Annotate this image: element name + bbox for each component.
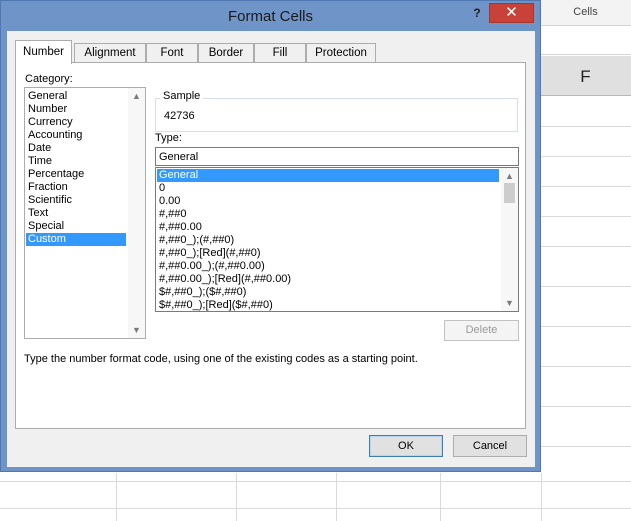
- dialog-titlebar[interactable]: Format Cells ? ✕: [1, 1, 540, 31]
- sample-value: 42736: [164, 110, 195, 122]
- tab-fill[interactable]: Fill: [254, 43, 306, 63]
- sample-label: Sample: [160, 90, 204, 102]
- sample-group: [155, 98, 518, 132]
- chevron-up-icon[interactable]: ▲: [128, 89, 145, 103]
- category-item-fraction[interactable]: Fraction: [26, 181, 126, 194]
- help-button[interactable]: ?: [469, 5, 485, 21]
- format-code-item[interactable]: #,##0: [157, 208, 499, 221]
- ribbon-cells-group[interactable]: Cells: [540, 0, 631, 26]
- type-label: Type:: [155, 132, 182, 144]
- format-code-item[interactable]: #,##0_);[Red](#,##0): [157, 247, 499, 260]
- dialog-title: Format Cells: [227, 8, 313, 25]
- category-label: Category:: [25, 73, 73, 85]
- format-code-item[interactable]: General: [157, 169, 499, 182]
- grid-line: [541, 406, 631, 407]
- category-scrollbar[interactable]: ▲ ▼: [128, 88, 145, 338]
- grid-line: [0, 508, 631, 509]
- format-code-scrollbar[interactable]: ▲ ▼: [501, 168, 518, 311]
- grid-line: [336, 473, 337, 521]
- format-code-item[interactable]: #,##0.00: [157, 221, 499, 234]
- close-icon: ✕: [505, 4, 518, 21]
- category-item-custom[interactable]: Custom: [26, 233, 126, 246]
- tab-border[interactable]: Border: [198, 43, 254, 63]
- chevron-up-icon[interactable]: ▲: [501, 169, 518, 183]
- ok-button[interactable]: OK: [369, 435, 443, 457]
- format-code-item[interactable]: 0.00: [157, 195, 499, 208]
- category-list[interactable]: General Number Currency Accounting Date …: [24, 87, 146, 339]
- grid-line: [541, 156, 631, 157]
- format-code-item[interactable]: #,##0.00_);(#,##0.00): [157, 260, 499, 273]
- delete-button[interactable]: Delete: [444, 320, 519, 341]
- tab-alignment[interactable]: Alignment: [74, 43, 146, 63]
- grid-line: [0, 481, 631, 482]
- category-item-time[interactable]: Time: [26, 155, 126, 168]
- format-code-item[interactable]: #,##0.00_);[Red](#,##0.00): [157, 273, 499, 286]
- column-header-f-label: F: [580, 67, 591, 86]
- category-item-currency[interactable]: Currency: [26, 116, 126, 129]
- grid-line: [541, 246, 631, 247]
- category-item-number[interactable]: Number: [26, 103, 126, 116]
- category-item-text[interactable]: Text: [26, 207, 126, 220]
- grid-line: [541, 366, 631, 367]
- grid-line: [541, 216, 631, 217]
- grid-line: [116, 473, 117, 521]
- format-code-item[interactable]: #,##0_);(#,##0): [157, 234, 499, 247]
- category-item-percentage[interactable]: Percentage: [26, 168, 126, 181]
- close-button[interactable]: ✕: [489, 3, 534, 23]
- grid-line: [541, 326, 631, 327]
- formula-bar-area: [540, 27, 631, 55]
- grid-line: [236, 473, 237, 521]
- category-item-accounting[interactable]: Accounting: [26, 129, 126, 142]
- scrollbar-thumb[interactable]: [504, 183, 515, 203]
- grid-line: [541, 126, 631, 127]
- format-code-item[interactable]: $#,##0_);[Red]($#,##0): [157, 299, 499, 311]
- tab-number[interactable]: Number: [15, 40, 72, 64]
- chevron-down-icon[interactable]: ▼: [128, 323, 145, 337]
- tab-protection[interactable]: Protection: [306, 43, 376, 63]
- grid-line: [541, 473, 542, 521]
- column-header-f[interactable]: F: [540, 56, 631, 96]
- hint-text: Type the number format code, using one o…: [24, 353, 418, 365]
- format-code-item[interactable]: $#,##0_);($#,##0): [157, 286, 499, 299]
- ribbon-cells-label: Cells: [573, 6, 598, 18]
- category-item-date[interactable]: Date: [26, 142, 126, 155]
- category-item-special[interactable]: Special: [26, 220, 126, 233]
- dialog-body: Number Alignment Font Border Fill Protec…: [7, 31, 535, 467]
- grid-line: [541, 286, 631, 287]
- format-code-list[interactable]: General 0 0.00 #,##0 #,##0.00 #,##0_);(#…: [155, 167, 519, 312]
- format-code-item[interactable]: 0: [157, 182, 499, 195]
- category-item-general[interactable]: General: [26, 90, 126, 103]
- grid-line: [541, 446, 631, 447]
- grid-line: [541, 186, 631, 187]
- category-item-scientific[interactable]: Scientific: [26, 194, 126, 207]
- format-cells-dialog: Format Cells ? ✕ Number Alignment Font B…: [0, 0, 541, 472]
- cancel-button[interactable]: Cancel: [453, 435, 527, 457]
- grid-line: [440, 473, 441, 521]
- chevron-down-icon[interactable]: ▼: [501, 296, 518, 310]
- number-tab-panel: Category: General Number Currency Accoun…: [15, 62, 526, 429]
- type-input[interactable]: [155, 147, 519, 166]
- tab-font[interactable]: Font: [146, 43, 198, 63]
